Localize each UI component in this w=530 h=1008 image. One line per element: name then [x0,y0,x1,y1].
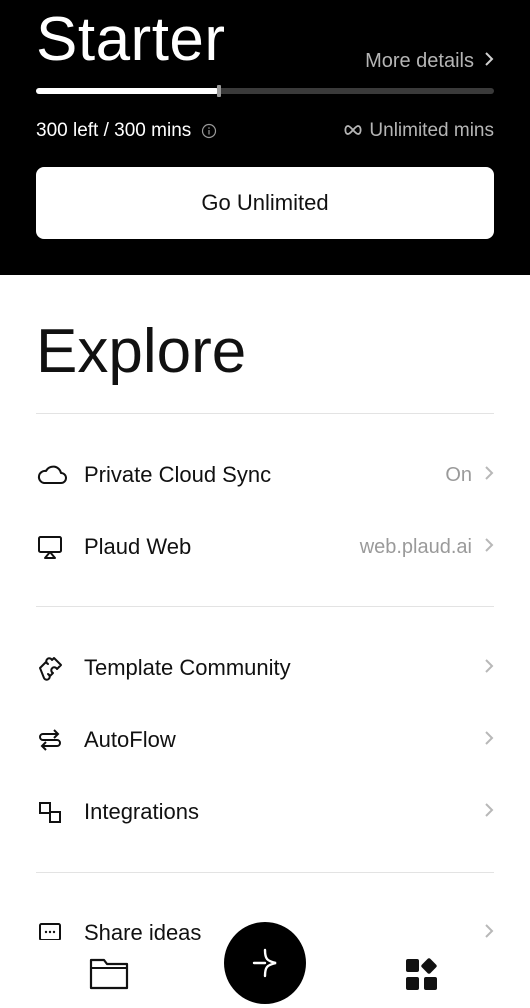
plaud-web-row[interactable]: Plaud Web web.plaud.ai [36,517,494,577]
usage-info: 300 left / 300 mins [36,120,217,142]
bottom-nav [0,922,530,1008]
divider [36,606,494,607]
unlimited-mins-info: Unlimited mins [343,120,494,142]
usage-text: 300 left / 300 mins [36,120,192,141]
puzzle-icon [36,652,68,684]
folder-icon[interactable] [89,956,129,995]
row-label: Integrations [84,799,199,824]
row-value: web.plaud.ai [359,535,472,558]
autoflow-icon [36,724,68,756]
monitor-icon [36,531,68,563]
chevron-right-icon [482,657,494,680]
row-label: Template Community [84,655,291,680]
more-details-label: More details [365,50,474,72]
plan-title: Starter [36,5,226,74]
infinity-icon [343,120,363,142]
private-cloud-sync-row[interactable]: Private Cloud Sync On [36,445,494,505]
row-label: Plaud Web [84,534,192,559]
autoflow-row[interactable]: AutoFlow [36,710,494,770]
chevron-right-icon [484,50,494,73]
divider [36,872,494,873]
chevron-right-icon [482,464,494,487]
apps-icon[interactable] [404,957,440,998]
chevron-right-icon [482,536,494,559]
usage-progress-marker [217,85,221,97]
row-label: Private Cloud Sync [84,462,272,487]
unlimited-mins-label: Unlimited mins [369,120,494,141]
row-value: On [445,463,472,486]
usage-progress-fill [36,88,219,94]
row-label: AutoFlow [84,727,176,752]
more-details-link[interactable]: More details [365,50,494,73]
plan-card: Starter More details 300 left / 300 mins… [0,0,530,275]
plus-icon[interactable] [224,922,306,1004]
integrations-row[interactable]: Integrations [36,782,494,842]
explore-title: Explore [36,317,247,386]
template-community-row[interactable]: Template Community [36,638,494,698]
usage-progress-bar [36,85,494,97]
divider [36,413,494,414]
integrations-icon [36,796,68,828]
info-icon[interactable] [201,123,217,139]
chevron-right-icon [482,801,494,824]
chevron-right-icon [482,729,494,752]
go-unlimited-button[interactable]: Go Unlimited [36,167,494,239]
cloud-icon [36,459,68,491]
